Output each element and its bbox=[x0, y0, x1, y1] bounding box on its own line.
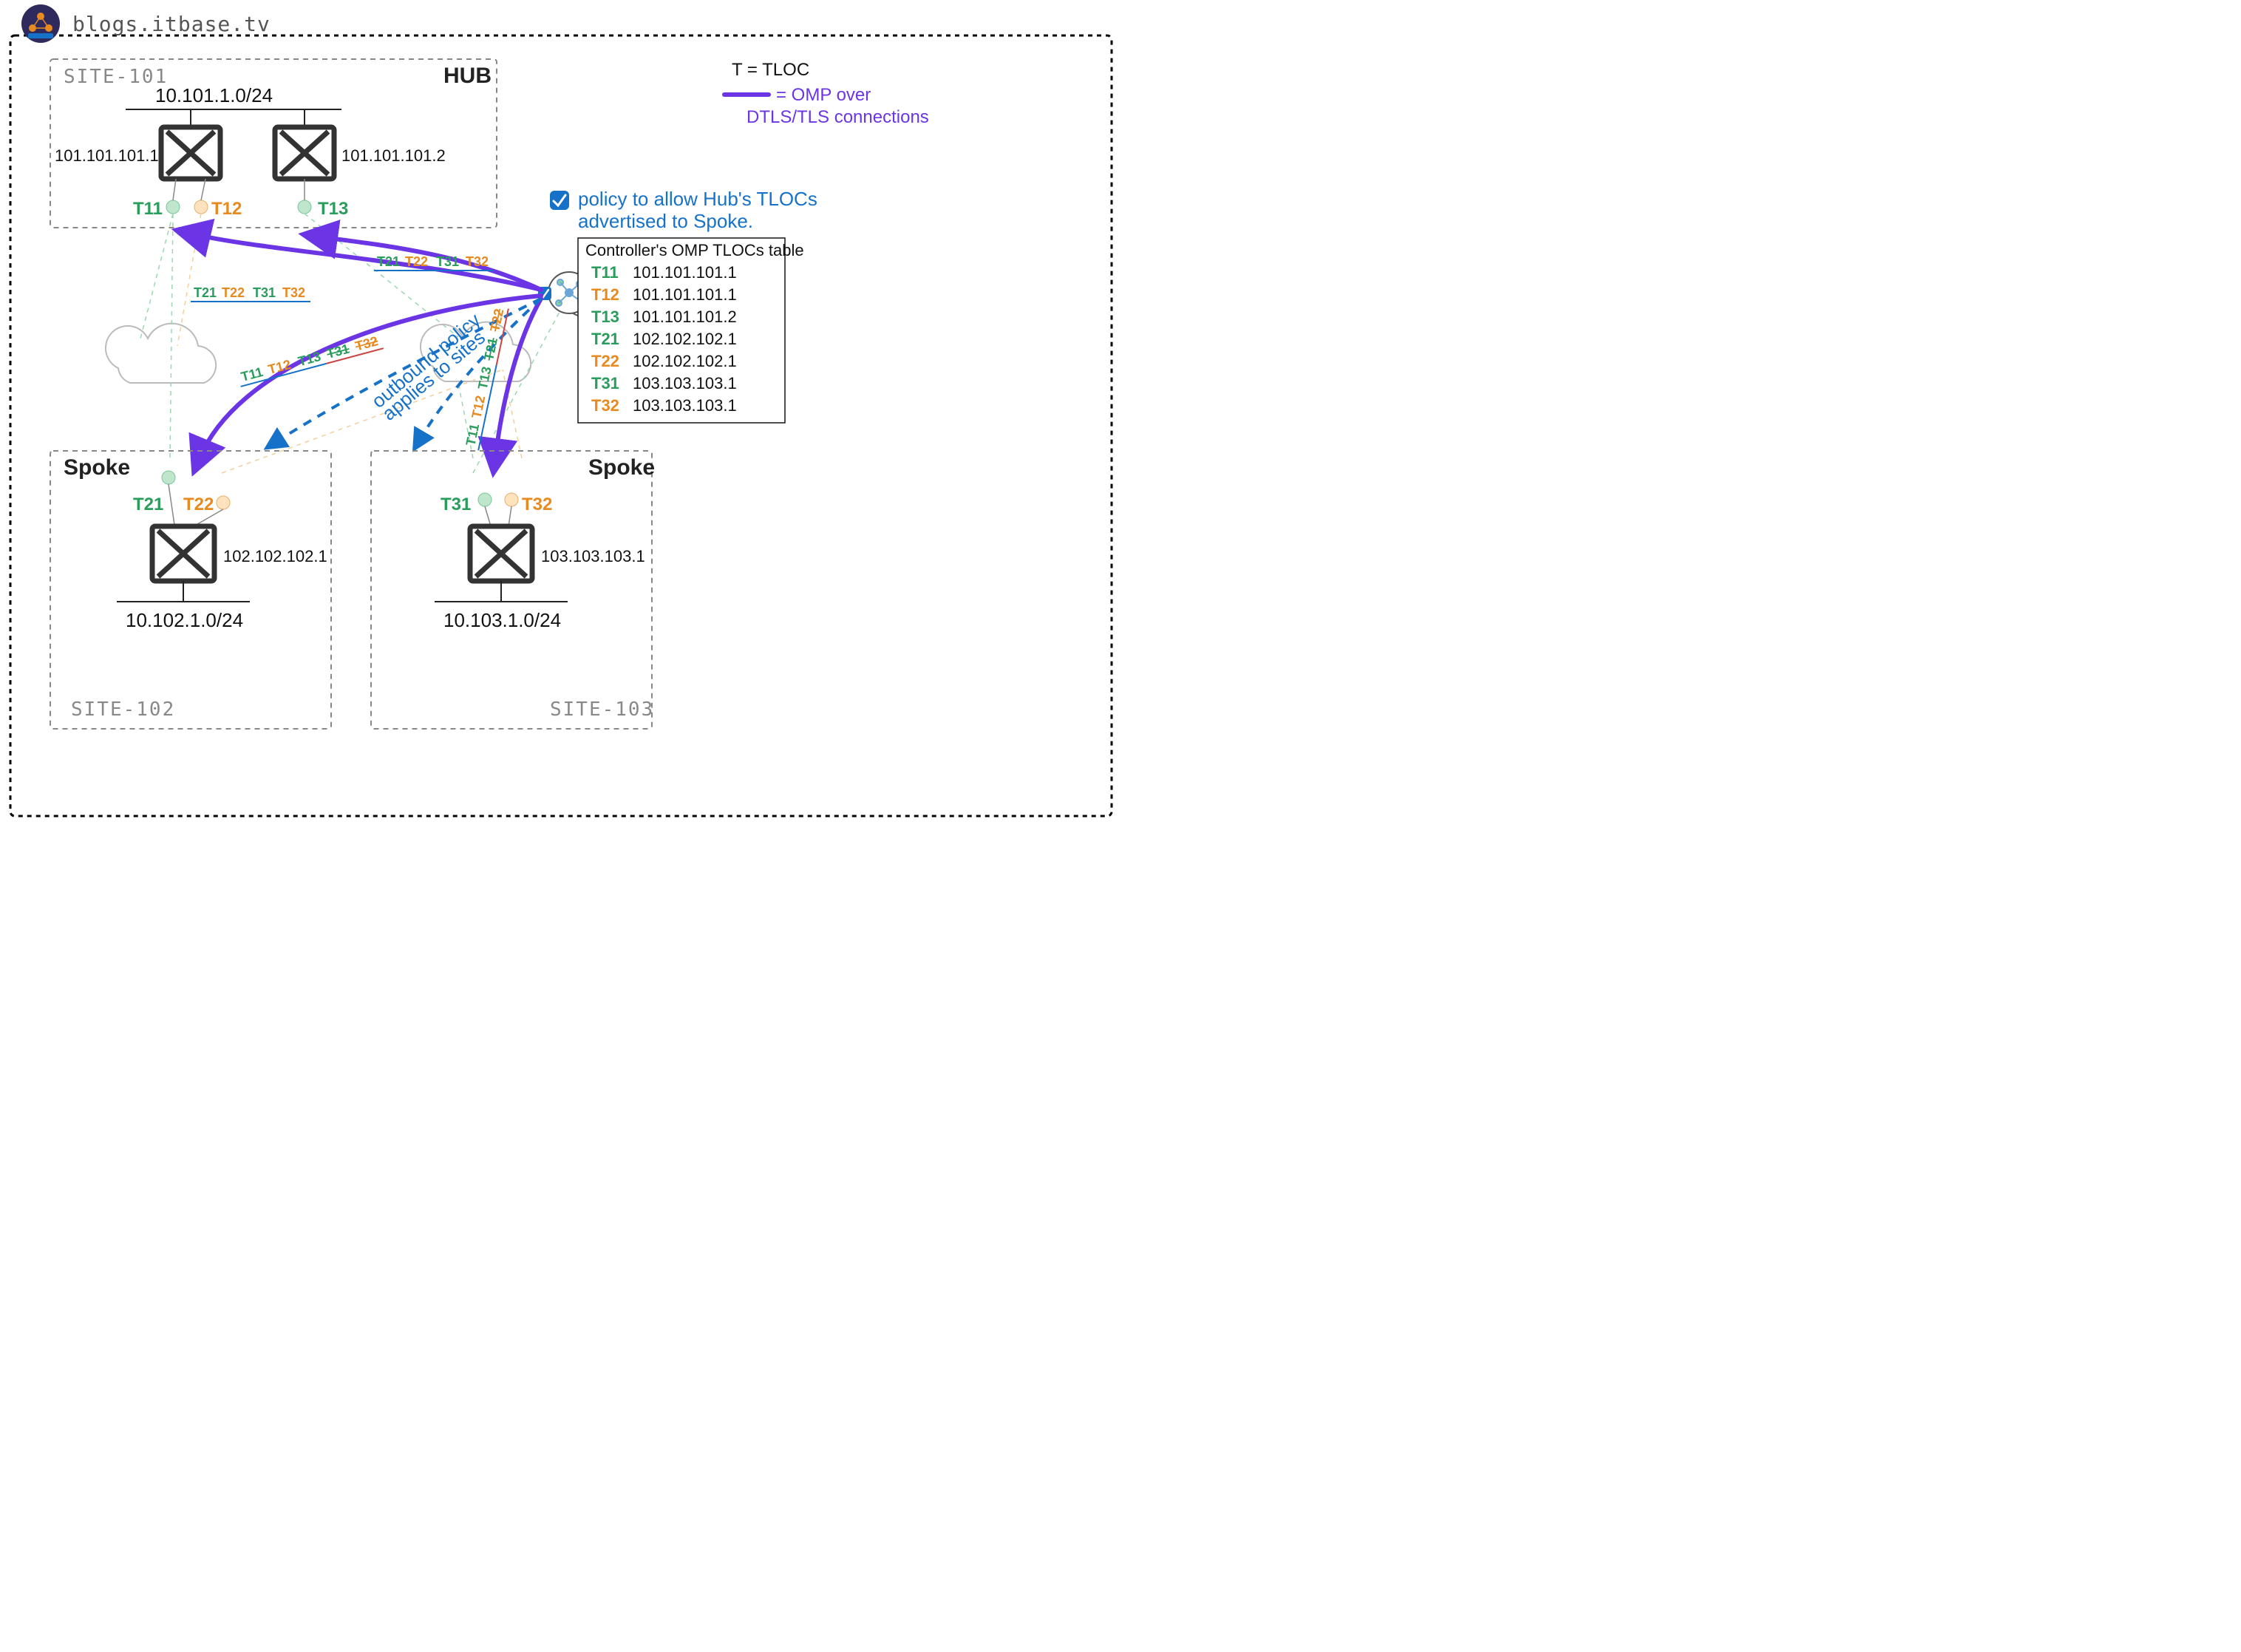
diagram-canvas: blogs.itbase.tv T = TLOC = OMP over DTLS… bbox=[0, 0, 1120, 826]
site-103-id: SITE-103 bbox=[550, 698, 654, 721]
site-101-net: 10.101.1.0/24 bbox=[155, 84, 273, 106]
hub-router-1 bbox=[161, 127, 220, 179]
spoke103-router bbox=[470, 526, 532, 581]
svg-text:T31: T31 bbox=[591, 374, 619, 392]
svg-text:T31: T31 bbox=[441, 494, 471, 514]
svg-text:103.103.103.1: 103.103.103.1 bbox=[633, 374, 737, 392]
hub-router-2 bbox=[275, 127, 334, 179]
svg-text:T21: T21 bbox=[194, 285, 217, 300]
edge-labels-spoke102: T11 T12 T13 T31 T32 bbox=[237, 333, 384, 387]
svg-text:T12: T12 bbox=[591, 285, 619, 304]
site-102: Spoke SITE-102 T21 T22 102.102.102.1 10.… bbox=[50, 451, 331, 729]
policy-line1: policy to allow Hub's TLOCs bbox=[578, 188, 817, 210]
svg-text:T22: T22 bbox=[591, 352, 619, 370]
site-101: SITE-101 HUB 10.101.1.0/24 101.101.101.1… bbox=[50, 59, 497, 228]
hub-r1-ip: 101.101.101.1 bbox=[55, 146, 159, 165]
svg-text:T21: T21 bbox=[377, 254, 400, 269]
table-title: Controller's OMP TLOCs table bbox=[585, 241, 804, 259]
svg-text:103.103.103.1: 103.103.103.1 bbox=[541, 547, 645, 565]
svg-text:102.102.102.1: 102.102.102.1 bbox=[633, 352, 737, 370]
site-101-role: HUB bbox=[443, 64, 492, 88]
dot-t13 bbox=[298, 200, 311, 214]
header-blog: blogs.itbase.tv bbox=[72, 12, 271, 36]
legend: T = TLOC = OMP over DTLS/TLS connections bbox=[724, 60, 929, 127]
policy-note: policy to allow Hub's TLOCs advertised t… bbox=[550, 188, 817, 232]
dot-t11 bbox=[166, 200, 180, 214]
dot-t12 bbox=[194, 200, 208, 214]
lbl-t12: T12 bbox=[211, 199, 242, 219]
svg-text:T21: T21 bbox=[591, 330, 619, 348]
lbl-t11: T11 bbox=[133, 199, 163, 219]
hub-r2-ip: 101.101.101.2 bbox=[341, 146, 446, 165]
legend-line1: T = TLOC bbox=[732, 60, 809, 80]
svg-text:10.103.1.0/24: 10.103.1.0/24 bbox=[443, 609, 561, 631]
edge-labels-hub1: T21 T22 T31 T32 bbox=[191, 285, 310, 302]
spoke102-router bbox=[152, 526, 214, 581]
svg-text:T13: T13 bbox=[591, 307, 619, 326]
svg-text:101.101.101.2: 101.101.101.2 bbox=[633, 307, 737, 326]
svg-text:T32: T32 bbox=[466, 254, 489, 269]
svg-text:103.103.103.1: 103.103.103.1 bbox=[633, 396, 737, 415]
legend-line2a: = OMP over bbox=[776, 85, 871, 105]
svg-text:T32: T32 bbox=[591, 396, 619, 415]
svg-text:102.102.102.1: 102.102.102.1 bbox=[223, 547, 327, 565]
controller-table: Controller's OMP TLOCs table T11 101.101.… bbox=[578, 238, 804, 423]
svg-text:T31: T31 bbox=[436, 254, 459, 269]
site-103: Spoke SITE-103 T31 T32 103.103.103.1 10.… bbox=[371, 451, 655, 729]
site-102-id: SITE-102 bbox=[71, 698, 175, 721]
cloud-left bbox=[106, 324, 216, 383]
svg-text:101.101.101.1: 101.101.101.1 bbox=[633, 285, 737, 304]
svg-text:T22: T22 bbox=[405, 254, 428, 269]
svg-text:T11: T11 bbox=[591, 263, 619, 282]
policy-line2: advertised to Spoke. bbox=[578, 210, 753, 232]
svg-text:101.101.101.1: 101.101.101.1 bbox=[633, 263, 737, 282]
svg-text:T22: T22 bbox=[222, 285, 245, 300]
svg-text:T21: T21 bbox=[133, 494, 163, 514]
svg-text:T22: T22 bbox=[183, 494, 214, 514]
svg-text:T32: T32 bbox=[282, 285, 305, 300]
site-103-role: Spoke bbox=[588, 455, 655, 480]
svg-text:10.102.1.0/24: 10.102.1.0/24 bbox=[126, 609, 243, 631]
site-102-role: Spoke bbox=[64, 455, 130, 480]
logo-badge bbox=[21, 4, 60, 43]
svg-text:102.102.102.1: 102.102.102.1 bbox=[633, 330, 737, 348]
site-101-id: SITE-101 bbox=[64, 66, 168, 88]
legend-line2b: DTLS/TLS connections bbox=[747, 107, 929, 127]
svg-text:T32: T32 bbox=[522, 494, 552, 514]
lbl-t13: T13 bbox=[318, 199, 348, 219]
svg-text:T31: T31 bbox=[253, 285, 276, 300]
